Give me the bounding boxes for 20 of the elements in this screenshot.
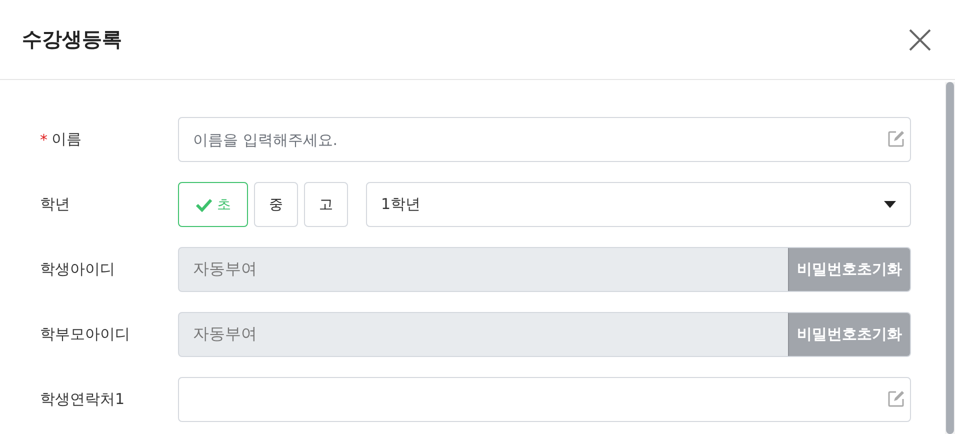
field-value: 자동부여 bbox=[192, 323, 258, 345]
field-label: 학부모아이디 bbox=[40, 325, 130, 344]
grade-select[interactable]: 1학년 bbox=[366, 182, 911, 227]
close-icon[interactable] bbox=[909, 28, 931, 50]
field-label: 학생아이디 bbox=[40, 260, 115, 279]
field-label: 이름 bbox=[52, 130, 82, 149]
edit-icon bbox=[887, 130, 905, 148]
edit-icon bbox=[887, 390, 905, 408]
check-icon bbox=[195, 198, 213, 212]
input-field[interactable] bbox=[178, 377, 911, 422]
window-title: 수강생등록 bbox=[22, 26, 122, 53]
scrollbar-thumb[interactable] bbox=[946, 82, 954, 434]
field-label: 학생연락처1 bbox=[40, 390, 125, 409]
grade-toggle[interactable]: 고 bbox=[304, 182, 348, 227]
input-field[interactable]: 이름을 입력해주세요. bbox=[178, 117, 911, 162]
dropdown-caret-icon bbox=[884, 201, 896, 208]
field-value: 자동부여 bbox=[192, 258, 258, 280]
required-mark: * bbox=[40, 130, 48, 148]
field-label: 학년 bbox=[40, 195, 70, 214]
grade-toggle[interactable]: 중 bbox=[254, 182, 298, 227]
